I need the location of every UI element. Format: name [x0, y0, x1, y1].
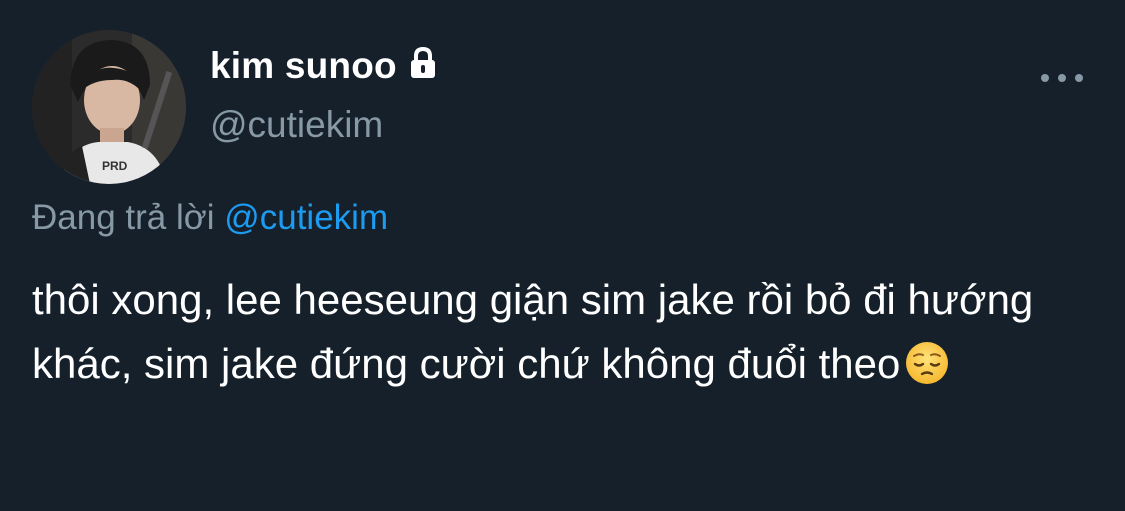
- avatar[interactable]: PRD: [32, 30, 186, 184]
- lock-icon: [405, 45, 441, 81]
- tweet-body: thôi xong, lee heeseung giận sim jake rồ…: [32, 276, 1034, 387]
- pensive-face-emoji: [904, 340, 950, 386]
- more-dot: [1041, 74, 1049, 82]
- replying-prefix: Đang trả lời: [32, 198, 225, 237]
- user-handle[interactable]: @cutiekim: [210, 104, 383, 146]
- display-name-row: kim sunoo: [210, 40, 441, 92]
- replying-mention[interactable]: @cutiekim: [224, 198, 388, 237]
- tweet-card: PRD kim sunoo @cutiekim Đang trả lời @cu…: [0, 0, 1125, 511]
- more-dot: [1058, 74, 1066, 82]
- display-name[interactable]: kim sunoo: [210, 45, 397, 87]
- more-dot: [1075, 74, 1083, 82]
- tweet-text: thôi xong, lee heeseung giận sim jake rồ…: [32, 268, 1107, 396]
- replying-to: Đang trả lời @cutiekim: [32, 198, 388, 238]
- more-options-icon[interactable]: [1038, 62, 1086, 94]
- svg-text:PRD: PRD: [102, 159, 128, 173]
